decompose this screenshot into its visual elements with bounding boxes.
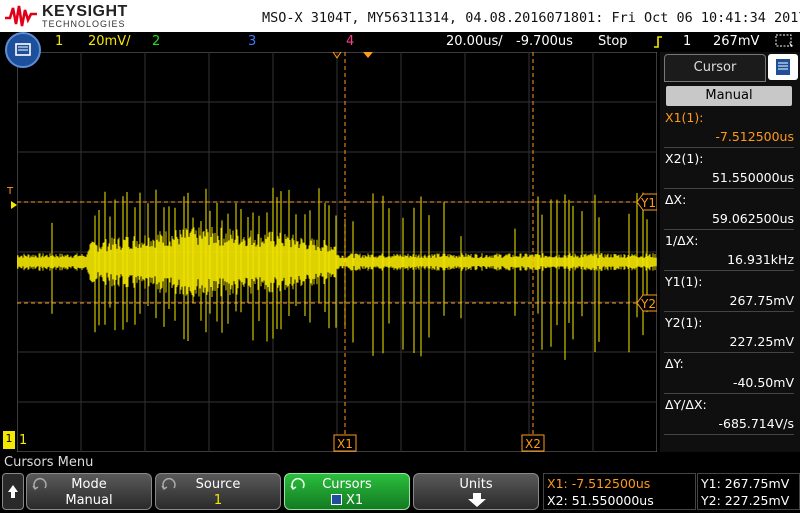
cursor-mode-display[interactable]: Manual: [666, 86, 792, 106]
cursor-row-value: 267.75mV: [729, 293, 794, 308]
instrument-info: MSO-X 3104T, MY56311314, 04.08.201607180…: [262, 10, 800, 26]
cursor-row-label: X2(1):: [665, 151, 704, 166]
units-softkey[interactable]: Units: [413, 473, 539, 510]
trigger-level[interactable]: 267mV: [713, 34, 759, 49]
cursor-row-value: 51.550000us: [711, 170, 794, 185]
cursor-row-value: -685.714V/s: [718, 416, 794, 431]
mode-value: Manual: [65, 493, 113, 508]
cursor-row-divider: [664, 147, 794, 148]
cursor-row-label: X1(1):: [665, 110, 704, 125]
run-state[interactable]: Stop: [598, 34, 628, 49]
status-bar: 1 20mV/ 2 3 4 20.00us/ -9.700us Stop: [0, 32, 662, 52]
channel4-number[interactable]: 4: [346, 34, 354, 49]
title-bar: KEYSIGHT TECHNOLOGIES MSO-X 3104T, MY563…: [0, 0, 800, 32]
acquire-icon[interactable]: [775, 33, 795, 49]
cursor-row-label: 1/ΔX:: [665, 233, 699, 248]
timebase-scale[interactable]: 20.00us/: [446, 34, 503, 49]
readout-x2: X2: 51.550000us: [547, 493, 654, 508]
cursors-softkey[interactable]: Cursors X1: [284, 473, 410, 510]
cursor-row-divider: [664, 352, 794, 353]
cursor-row-divider: [664, 434, 794, 435]
trigger-edge-icon: [654, 36, 662, 48]
home-button[interactable]: [5, 32, 41, 68]
cursor-menu-button[interactable]: [768, 54, 798, 80]
cursor-row-divider: [664, 229, 794, 230]
cursor-menu-icon: [776, 59, 790, 75]
cursor-row-divider: [664, 311, 794, 312]
y1-tag: Y1: [640, 196, 656, 210]
brand-subtitle: TECHNOLOGIES: [42, 19, 126, 29]
channel2-number[interactable]: 2: [152, 34, 160, 49]
x2-tag: X2: [525, 437, 541, 451]
mode-label: Mode: [71, 477, 107, 492]
home-icon: [15, 43, 31, 56]
cursor-readout-y: Y1: 267.75mV Y2: 227.25mV: [697, 473, 800, 510]
down-arrow-icon: [468, 493, 486, 507]
cursor-row-label: ΔY:: [665, 356, 684, 371]
cursor-row-value: 227.25mV: [729, 334, 794, 349]
cursor-row-value: -7.512500us: [715, 129, 794, 144]
mode-softkey[interactable]: Mode Manual: [26, 473, 152, 510]
readout-y1: Y1: 267.75mV: [701, 476, 790, 491]
cursor-row-divider: [664, 188, 794, 189]
cursor-row-label: ΔY/ΔX:: [665, 397, 707, 412]
x1-tag: X1: [337, 437, 353, 451]
cursors-value: X1: [285, 493, 409, 508]
trigger-source[interactable]: 1: [683, 34, 691, 49]
menu-title: Cursors Menu: [4, 455, 94, 470]
cursors-label: Cursors: [322, 477, 372, 492]
cursor-readout-x: X1: -7.512500us X2: 51.550000us: [543, 473, 696, 510]
cursors-value-text: X1: [345, 493, 364, 508]
source-value: 1: [213, 493, 223, 508]
cursor-row-divider: [664, 393, 794, 394]
cursor-row-value: 59.062500us: [711, 211, 794, 226]
trigger-level-marker: T: [7, 186, 14, 197]
readout-x1: X1: -7.512500us: [547, 476, 651, 491]
source-softkey[interactable]: Source 1: [155, 473, 281, 510]
y2-tag: Y2: [640, 297, 656, 311]
channel1-ground-marker[interactable]: 1: [3, 431, 15, 449]
channel1-ground-label: 1: [5, 432, 13, 445]
source-label: Source: [195, 477, 241, 492]
cursor-panel: Cursor Manual X1(1): -7.512500us X2(1): 51.…: [660, 52, 800, 452]
cursor-row-label: Y1(1):: [665, 274, 703, 289]
keysight-wave-logo: [5, 5, 37, 27]
waveform-display[interactable]: Y1 Y2 X1 X2: [17, 52, 657, 452]
cursor-row-value: 16.931kHz: [727, 252, 794, 267]
cursor-row-label: Y2(1):: [665, 315, 703, 330]
channel3-number[interactable]: 3: [248, 34, 256, 49]
cursor-tab[interactable]: Cursor: [664, 54, 766, 82]
trigger-level-arrow: [11, 201, 17, 209]
channel1-number[interactable]: 1: [55, 34, 63, 49]
channel1-ground-number: 1: [19, 433, 28, 448]
channel1-scale[interactable]: 20mV/: [88, 34, 130, 49]
units-label: Units: [459, 477, 493, 492]
cursor-row-divider: [664, 270, 794, 271]
readout-y2: Y2: 227.25mV: [701, 493, 790, 508]
horizontal-delay[interactable]: -9.700us: [516, 34, 573, 49]
back-arrow-icon: [8, 485, 18, 498]
cursor-row-value: -40.50mV: [732, 375, 794, 390]
cursor-select-square-icon: [330, 494, 342, 505]
back-button[interactable]: [2, 473, 24, 510]
cursor-row-label: ΔX:: [665, 192, 687, 207]
